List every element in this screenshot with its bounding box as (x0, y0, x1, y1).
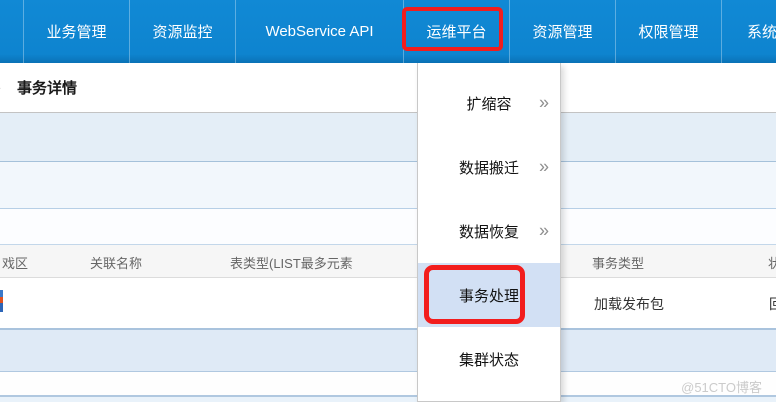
watermark: @51CTO博客 (681, 377, 762, 396)
lower-band (0, 330, 776, 372)
menu-item-label: 事务处理 (459, 285, 519, 306)
screen: 业务管理 资源监控 WebService API 运维平台 资源管理 权限管理 … (0, 0, 776, 402)
page-title: 事务详情 (17, 77, 77, 98)
menu-item-label: 数据恢复 (459, 221, 519, 242)
menu-item-cluster-status[interactable]: 集群状态 (418, 327, 560, 391)
nav-item-system-mgmt[interactable]: 系统管理 (721, 0, 776, 63)
cell-status-partial: 回 (769, 294, 776, 314)
submenu-chevron-icon: » (539, 221, 549, 239)
col-header-relation-name: 关联名称 (90, 253, 142, 272)
nav-item-webservice-api[interactable]: WebService API (235, 0, 403, 63)
menu-item-scale[interactable]: 扩缩容 » (418, 71, 560, 135)
breadcrumb: ▸ 事务详情 (0, 63, 776, 113)
table-header-row: 戏区 关联名称 表类型(LIST最多元素 事务类型 状态 (0, 245, 776, 278)
nav-item-business-mgmt[interactable]: 业务管理 (23, 0, 129, 63)
menu-item-label: 扩缩容 (466, 93, 511, 114)
nav-item-resource-monitor[interactable]: 资源监控 (129, 0, 235, 63)
row-clipped-icon[interactable] (0, 290, 3, 312)
ops-platform-dropdown: 扩缩容 » 数据搬迁 » 数据恢复 » 事务处理 集群状态 (417, 63, 561, 402)
breadcrumb-arrow-icon: ▸ (0, 81, 9, 94)
menu-item-label: 集群状态 (459, 349, 519, 370)
col-header-game-zone: 戏区 (2, 253, 28, 272)
nav-item-ops-platform[interactable]: 运维平台 (403, 0, 509, 63)
top-navbar: 业务管理 资源监控 WebService API 运维平台 资源管理 权限管理 … (0, 0, 776, 63)
nav-item-resource-mgmt[interactable]: 资源管理 (509, 0, 615, 63)
menu-item-label: 数据搬迁 (459, 157, 519, 178)
col-header-transaction-type: 事务类型 (592, 253, 644, 272)
col-header-table-type: 表类型(LIST最多元素 (230, 253, 353, 272)
navbar-left-spacer (0, 0, 23, 63)
bottom-strip (0, 396, 776, 402)
menu-item-data-migration[interactable]: 数据搬迁 » (418, 135, 560, 199)
nav-item-permission-mgmt[interactable]: 权限管理 (615, 0, 721, 63)
menu-item-transaction-processing[interactable]: 事务处理 (418, 263, 560, 327)
footer-band (0, 372, 776, 396)
submenu-chevron-icon: » (539, 157, 549, 175)
submenu-chevron-icon: » (539, 93, 549, 111)
filter-band (0, 162, 776, 209)
table-row: 加载发布包 回 (0, 278, 776, 330)
content-band (0, 209, 776, 245)
toolbar-band (0, 113, 776, 162)
menu-item-data-recovery[interactable]: 数据恢复 » (418, 199, 560, 263)
cell-transaction-type: 加载发布包 (594, 294, 664, 314)
col-header-status: 状态 (768, 253, 776, 272)
